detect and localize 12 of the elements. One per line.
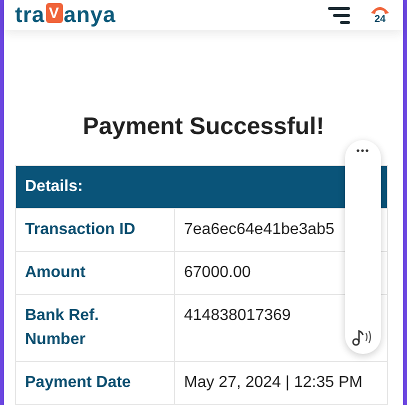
phone-icon [370, 5, 390, 15]
row-label: Payment Date [24, 373, 132, 393]
more-button[interactable]: ••• [356, 146, 370, 157]
table-heading: Details: [16, 166, 387, 208]
row-label: Amount [24, 263, 86, 283]
page-title: Payment Successful! [82, 113, 326, 141]
audio-icon[interactable] [352, 328, 374, 346]
menu-icon[interactable] [328, 6, 350, 24]
row-label: Transaction ID [24, 220, 136, 240]
row-value: May 27, 2024 | 12:35 PM [174, 362, 387, 404]
support-phone-button[interactable]: 24 [370, 5, 390, 25]
row-label: Bank Ref. Number [24, 306, 100, 350]
